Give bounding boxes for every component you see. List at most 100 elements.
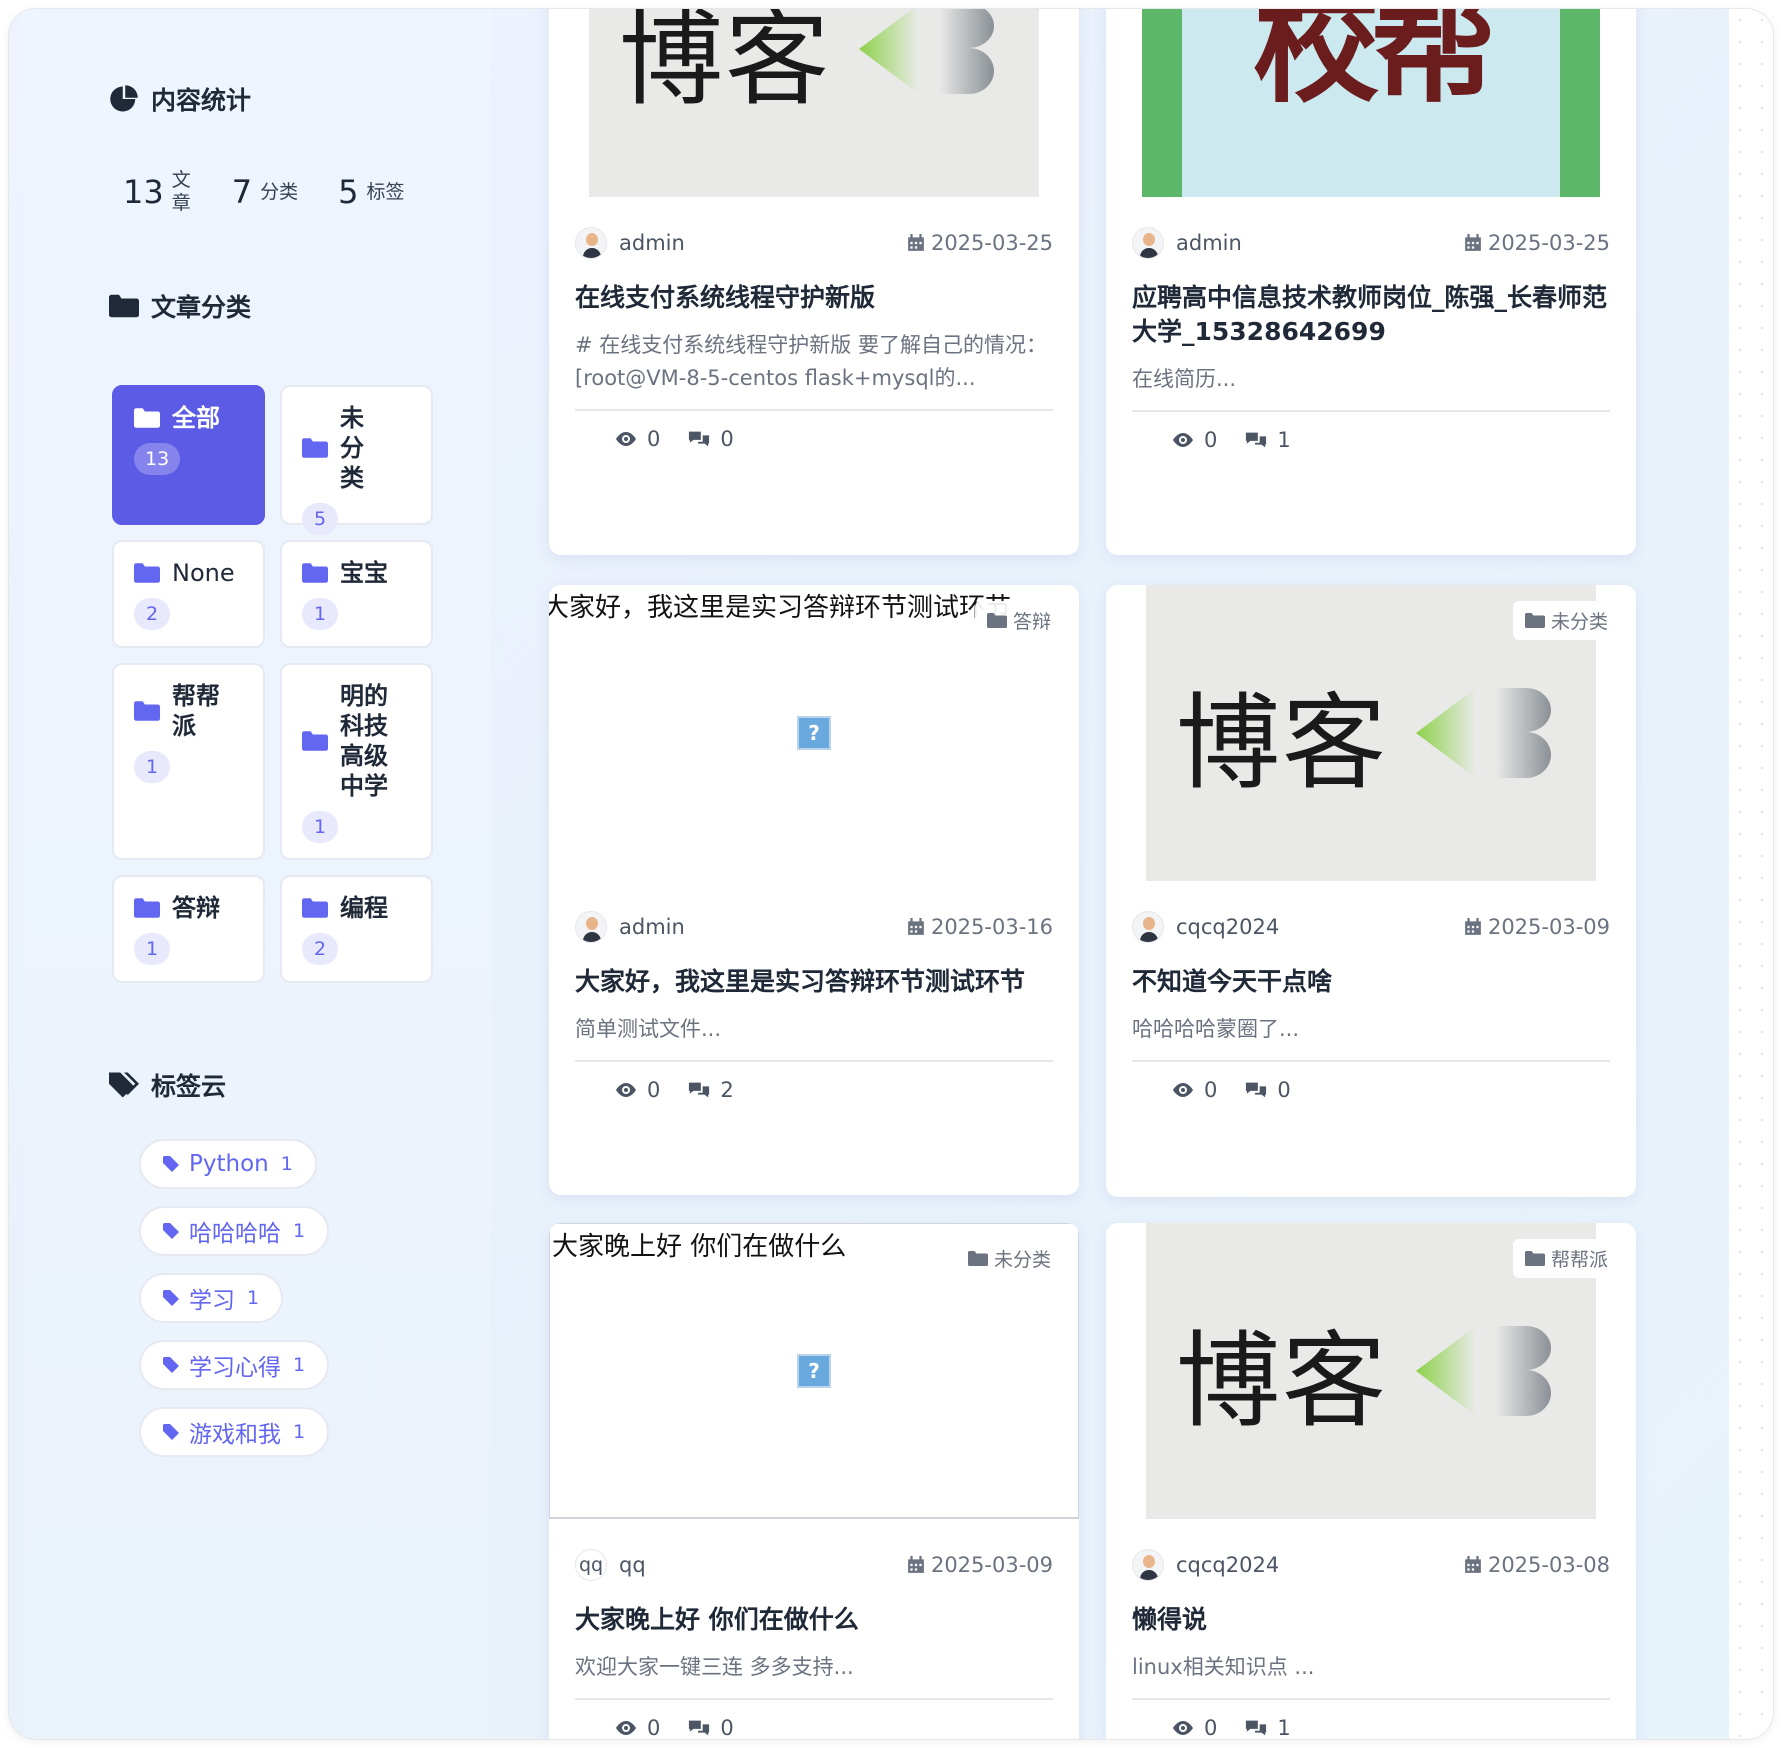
category-highschool[interactable]: 明的科技高级中学 1 — [280, 663, 433, 860]
blog-logo-mark — [859, 9, 994, 94]
tag-count: 1 — [280, 1153, 293, 1175]
category-count: 13 — [134, 443, 181, 475]
post-author[interactable]: cqcq2024 — [1132, 1549, 1279, 1581]
author-name: admin — [1176, 231, 1242, 255]
post-category-badge[interactable]: 未分类 — [1512, 601, 1620, 640]
post-thumbnail[interactable]: 大家好，我这里是实习答辩环节测试环节 ? 答辩 — [549, 585, 1079, 881]
calendar-icon — [908, 1556, 924, 1573]
comments-count: 1 — [1277, 428, 1291, 452]
author-name: cqcq2024 — [1176, 1553, 1280, 1577]
post-category-badge[interactable]: 帮帮派 — [1512, 1239, 1620, 1278]
post-thumbnail[interactable]: 博客 帮帮派 — [1106, 1223, 1636, 1519]
views-count: 0 — [1204, 1716, 1218, 1740]
comments-stat: 0 — [688, 427, 734, 451]
post-author[interactable]: admin — [575, 227, 685, 259]
stat-categories[interactable]: 7 分类 — [232, 173, 298, 211]
post-excerpt: 在线简历... — [1132, 363, 1610, 412]
stat-articles[interactable]: 13 文章 — [123, 169, 192, 215]
post-card[interactable]: 博客 未分类 cqcq2024 2025-03-09 不知道今天干点啥 哈哈哈哈… — [1106, 585, 1636, 1197]
post-author[interactable]: qq qq — [575, 1549, 646, 1581]
category-uncategorized[interactable]: 未分类 5 — [280, 385, 433, 535]
comments-icon — [689, 1720, 710, 1736]
post-card[interactable]: 大家晚上好 你们在做什么 ? 未分类 qq qq 2025-03-09 大家晚上好… — [549, 1223, 1079, 1740]
category-name: None — [172, 559, 235, 587]
post-thumbnail[interactable]: 大家晚上好 你们在做什么 ? 未分类 — [549, 1223, 1079, 1519]
author-name: cqcq2024 — [1176, 915, 1280, 939]
comments-icon — [689, 1082, 710, 1098]
comments-count: 0 — [720, 1716, 734, 1740]
post-title[interactable]: 大家好，我这里是实习答辩环节测试环节 — [575, 965, 1053, 999]
post-thumbnail[interactable]: 校帮 — [1106, 9, 1636, 197]
category-grid: 全部 13 未分类 5 None 2 宝宝 1 帮帮派 1 明的科技高级中学 1… — [112, 385, 446, 983]
stat-tags[interactable]: 5 标签 — [338, 173, 404, 211]
post-excerpt: 欢迎大家一键三连 多多支持... — [575, 1651, 1053, 1700]
logo-text: 博客 — [618, 8, 831, 120]
author-name: qq — [619, 1553, 646, 1577]
tag-count: 1 — [293, 1421, 306, 1443]
page-background-strip — [1729, 9, 1773, 1739]
category-none[interactable]: None 2 — [112, 540, 265, 648]
post-card[interactable]: 博客 帮帮派 cqcq2024 2025-03-08 懒得说 linux相关知识… — [1106, 1223, 1636, 1740]
post-stats: 0 0 — [575, 411, 1053, 451]
tag-games[interactable]: 游戏和我 1 — [139, 1407, 330, 1457]
tag-count: 1 — [293, 1354, 306, 1376]
category-count: 1 — [134, 751, 170, 783]
post-author[interactable]: admin — [1132, 227, 1242, 259]
post-author[interactable]: admin — [575, 911, 685, 943]
folder-icon — [302, 438, 328, 458]
post-title[interactable]: 应聘高中信息技术教师岗位_陈强_长春师范大学_15328642699 — [1132, 281, 1610, 349]
post-stats: 0 0 — [575, 1700, 1053, 1740]
category-all[interactable]: 全部 13 — [112, 385, 265, 525]
post-date: 2025-03-09 — [907, 1553, 1053, 1577]
tag-python[interactable]: Python 1 — [139, 1139, 317, 1189]
avatar — [1132, 227, 1164, 259]
post-category-badge[interactable]: 未分类 — [955, 1239, 1063, 1278]
tag-study[interactable]: 学习 1 — [139, 1273, 284, 1323]
post-category-badge[interactable]: 答辩 — [974, 601, 1063, 640]
tag-hahahaha[interactable]: 哈哈哈哈 1 — [139, 1206, 330, 1256]
post-date: 2025-03-08 — [1464, 1553, 1610, 1577]
blog-logo-mark — [1416, 1326, 1551, 1416]
post-thumbnail[interactable]: 博客 — [549, 8, 1079, 197]
stats-heading: 内容统计 — [109, 81, 251, 117]
post-title[interactable]: 大家晚上好 你们在做什么 — [575, 1603, 1053, 1637]
author-name: admin — [619, 915, 685, 939]
category-dabian[interactable]: 答辩 1 — [112, 875, 265, 983]
category-bangbangpai[interactable]: 帮帮派 1 — [112, 663, 265, 860]
post-title[interactable]: 懒得说 — [1132, 1603, 1610, 1637]
category-name: 明的科技高级中学 — [340, 682, 388, 800]
post-title[interactable]: 不知道今天干点啥 — [1132, 965, 1610, 999]
date-text: 2025-03-25 — [930, 231, 1053, 255]
post-thumbnail[interactable]: 博客 未分类 — [1106, 585, 1636, 881]
views-count: 0 — [647, 1078, 661, 1102]
categories-heading-label: 文章分类 — [151, 293, 252, 322]
folder-icon — [134, 898, 160, 918]
post-stats: 0 1 — [1132, 1700, 1610, 1740]
post-card[interactable]: 博客 admin 2025-03-25 在线支付系统线程守护新版 # 在线支付系… — [549, 8, 1079, 555]
stat-label: 分类 — [260, 180, 299, 203]
stats-heading-label: 内容统计 — [151, 86, 252, 115]
post-stats: 0 2 — [575, 1062, 1053, 1102]
calendar-icon — [908, 234, 924, 251]
pie-chart-icon — [110, 85, 138, 112]
post-title[interactable]: 在线支付系统线程守护新版 — [575, 281, 1053, 315]
post-stats: 0 1 — [1132, 412, 1610, 452]
category-baobao[interactable]: 宝宝 1 — [280, 540, 433, 648]
post-card[interactable]: 大家好，我这里是实习答辩环节测试环节 ? 答辩 admin 2025-03-16… — [549, 585, 1079, 1195]
tag-icon — [163, 1424, 179, 1440]
stat-number: 13 — [123, 173, 164, 211]
post-author[interactable]: cqcq2024 — [1132, 911, 1279, 943]
tag-study-notes[interactable]: 学习心得 1 — [139, 1340, 330, 1390]
tag-cloud: Python 1 哈哈哈哈 1 学习 1 学习心得 1 游戏和我 1 — [139, 1139, 330, 1457]
folder-icon — [109, 294, 139, 318]
avatar — [575, 227, 607, 259]
logo-text: 博客 — [1175, 681, 1388, 804]
post-card[interactable]: 校帮 admin 2025-03-25 应聘高中信息技术教师岗位_陈强_长春师范… — [1106, 9, 1636, 555]
date-text: 2025-03-25 — [1487, 231, 1610, 255]
blog-logo-mark — [1416, 688, 1551, 778]
author-name: admin — [619, 231, 685, 255]
category-programming[interactable]: 编程 2 — [280, 875, 433, 983]
eye-icon — [1173, 433, 1193, 447]
comments-stat: 2 — [688, 1078, 734, 1102]
app-frame: 内容统计 13 文章 7 分类 5 标签 文章分类 全部 13 未分类 5 No… — [8, 8, 1774, 1740]
